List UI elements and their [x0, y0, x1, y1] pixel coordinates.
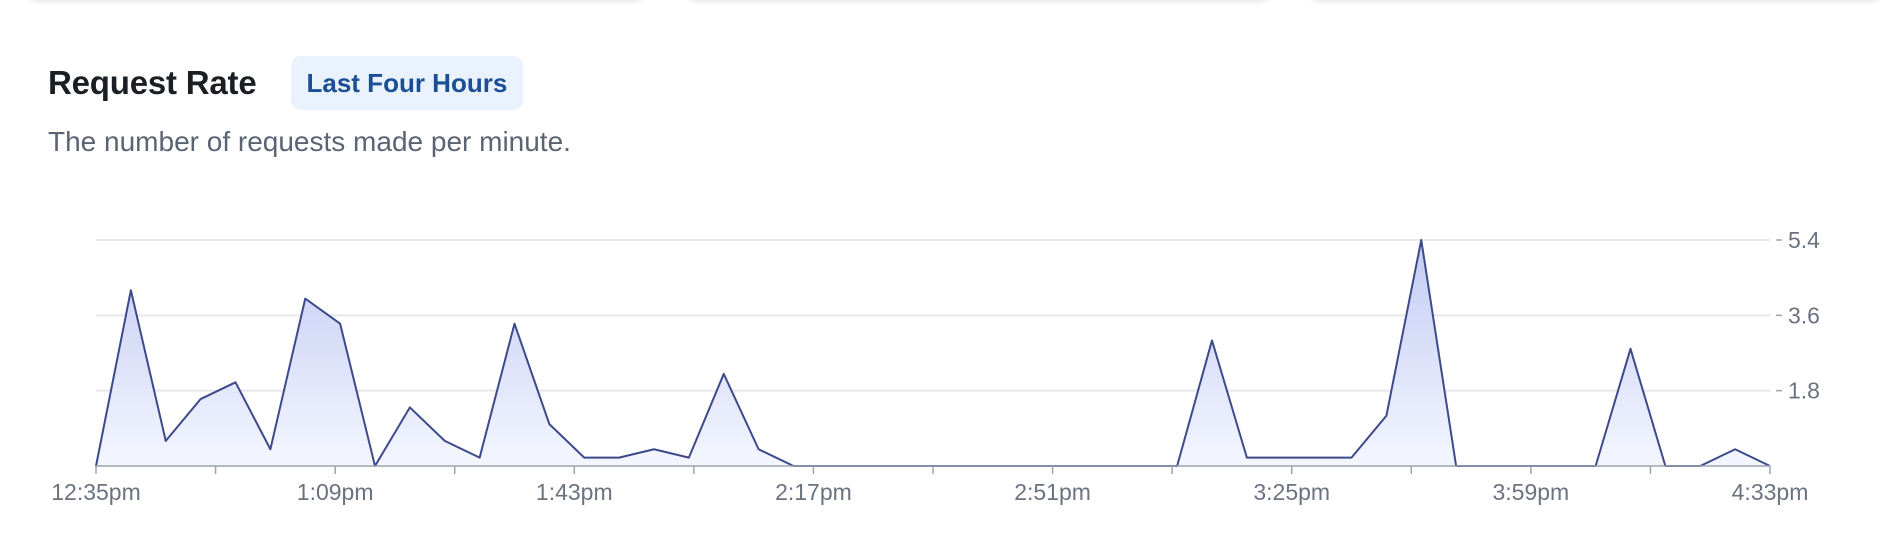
x-tick-label: 2:51pm [1014, 479, 1091, 505]
y-tick-label: 5.4 [1788, 227, 1820, 253]
y-tick-label: 3.6 [1788, 302, 1820, 328]
x-tick-label: 1:09pm [297, 479, 374, 505]
request-rate-chart: 12:35pm 1:09pm 1:43pm 2:17pm 2:51pm 3:25pm 3:5… [51, 227, 1820, 505]
x-tick-label: 4:33pm [1732, 479, 1809, 505]
x-tick-label: 1:43pm [536, 479, 613, 505]
x-tick-label: 2:17pm [775, 479, 852, 505]
y-axis: 1.8 3.6 5.4 [1776, 227, 1820, 404]
x-tick-label: 12:35pm [51, 479, 141, 505]
x-tick-label: 3:59pm [1492, 479, 1569, 505]
area-layer [95, 239, 1771, 467]
y-tick-label: 1.8 [1788, 378, 1820, 404]
x-axis: 12:35pm 1:09pm 1:43pm 2:17pm 2:51pm 3:25pm 3:5… [51, 465, 1809, 505]
x-tick-label: 3:25pm [1253, 479, 1330, 505]
